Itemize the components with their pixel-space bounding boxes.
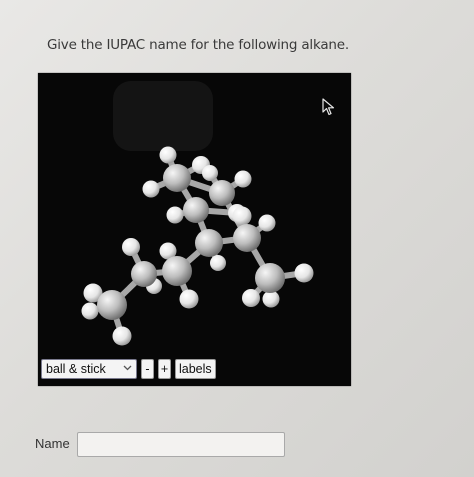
- name-input[interactable]: [77, 432, 285, 457]
- viewer-toolbar: ball & stick - + labels: [41, 357, 216, 381]
- name-label: Name: [35, 436, 70, 451]
- chevron-down-icon: [123, 365, 132, 371]
- render-mode-value: ball & stick: [46, 362, 106, 376]
- zoom-out-button[interactable]: -: [141, 359, 154, 379]
- render-mode-select[interactable]: ball & stick: [41, 359, 137, 379]
- molecule-model[interactable]: [38, 73, 351, 357]
- labels-button[interactable]: labels: [175, 359, 216, 379]
- pointer-cursor-icon: [322, 98, 335, 116]
- zoom-in-button[interactable]: +: [158, 359, 171, 379]
- question-prompt: Give the IUPAC name for the following al…: [47, 37, 349, 53]
- molecule-viewer[interactable]: ball & stick - + labels: [38, 73, 351, 386]
- background-reflection: [113, 81, 213, 151]
